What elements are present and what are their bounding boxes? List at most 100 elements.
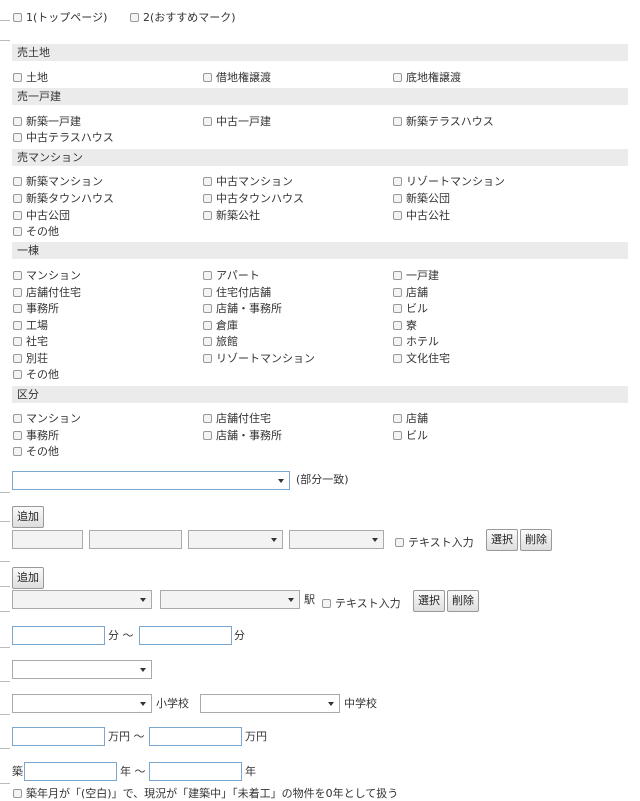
type-checkbox[interactable]: 新築マンション bbox=[13, 173, 103, 189]
condition-select[interactable] bbox=[12, 660, 152, 679]
add-area-button[interactable]: 追加 bbox=[12, 506, 44, 528]
walk-min-from-field[interactable] bbox=[12, 626, 105, 645]
type-checkbox[interactable]: 店舗付住宅 bbox=[13, 284, 81, 300]
type-checkbox[interactable]: 中古テラスハウス bbox=[13, 129, 114, 145]
checkbox-box[interactable] bbox=[393, 72, 402, 82]
type-checkbox[interactable]: その他 bbox=[13, 223, 59, 239]
checkbox-box[interactable] bbox=[13, 303, 22, 313]
station-select[interactable] bbox=[160, 590, 300, 609]
checkbox-box[interactable] bbox=[203, 116, 212, 126]
type-checkbox[interactable]: 借地権譲渡 bbox=[203, 69, 271, 85]
line-select[interactable] bbox=[12, 590, 152, 609]
checkbox-box[interactable] bbox=[13, 430, 22, 440]
checkbox-box[interactable] bbox=[203, 176, 212, 186]
station-select-button[interactable]: 選択 bbox=[413, 590, 445, 612]
type-checkbox[interactable]: 店舗・事務所 bbox=[203, 427, 282, 443]
checkbox-box[interactable] bbox=[203, 430, 212, 440]
price-from-field[interactable] bbox=[12, 727, 105, 746]
type-checkbox[interactable]: その他 bbox=[13, 366, 59, 382]
checkbox-box[interactable] bbox=[203, 72, 212, 82]
checkbox-box[interactable] bbox=[13, 287, 22, 297]
type-checkbox[interactable]: 工場 bbox=[13, 317, 48, 333]
checkbox-box[interactable] bbox=[13, 446, 22, 456]
area-select-button[interactable]: 選択 bbox=[486, 529, 518, 551]
type-checkbox[interactable]: 中古マンション bbox=[203, 173, 293, 189]
area-select-2[interactable] bbox=[289, 530, 384, 549]
type-checkbox[interactable]: 別荘 bbox=[13, 350, 48, 366]
under-construction-zero-checkbox[interactable]: 築年月が「(空白)」で、現況が「建築中」「未着工」の物件を0年として扱う bbox=[13, 785, 398, 801]
type-checkbox[interactable]: 中古公社 bbox=[393, 207, 450, 223]
station-text-input-checkbox[interactable]: テキスト入力 bbox=[322, 595, 401, 611]
checkbox-box[interactable] bbox=[393, 353, 402, 363]
checkbox-box[interactable] bbox=[13, 193, 22, 203]
checkbox-box[interactable] bbox=[203, 336, 212, 346]
type-checkbox[interactable]: ビル bbox=[393, 300, 428, 316]
checkbox-box[interactable] bbox=[393, 336, 402, 346]
type-checkbox[interactable]: 社宅 bbox=[13, 333, 48, 349]
type-checkbox[interactable]: ビル bbox=[393, 427, 428, 443]
checkbox-box[interactable] bbox=[395, 537, 404, 547]
checkbox-box[interactable] bbox=[203, 193, 212, 203]
checkbox-box[interactable] bbox=[13, 320, 22, 330]
type-checkbox[interactable]: 新築タウンハウス bbox=[13, 190, 114, 206]
checkbox-box[interactable] bbox=[13, 132, 22, 142]
junior-high-select[interactable] bbox=[200, 694, 340, 713]
type-checkbox[interactable]: マンション bbox=[13, 267, 81, 283]
station-delete-button[interactable]: 削除 bbox=[447, 590, 479, 612]
price-to-field[interactable] bbox=[149, 727, 242, 746]
type-checkbox[interactable]: 旅館 bbox=[203, 333, 238, 349]
type-checkbox[interactable]: 中古公団 bbox=[13, 207, 70, 223]
type-checkbox[interactable]: 文化住宅 bbox=[393, 350, 450, 366]
type-checkbox[interactable]: 新築公団 bbox=[393, 190, 450, 206]
checkbox-box[interactable] bbox=[13, 12, 22, 22]
type-checkbox[interactable]: 中古タウンハウス bbox=[203, 190, 304, 206]
checkbox-box[interactable] bbox=[393, 176, 402, 186]
checkbox-box[interactable] bbox=[393, 413, 402, 423]
checkbox-box[interactable] bbox=[203, 303, 212, 313]
type-checkbox[interactable]: リゾートマンション bbox=[393, 173, 505, 189]
checkbox-box[interactable] bbox=[13, 72, 22, 82]
elementary-school-select[interactable] bbox=[12, 694, 152, 713]
type-checkbox[interactable]: 店舗 bbox=[393, 410, 428, 426]
area-select-1[interactable] bbox=[188, 530, 283, 549]
checkbox-box[interactable] bbox=[393, 320, 402, 330]
checkbox-box[interactable] bbox=[393, 210, 402, 220]
checkbox-box[interactable] bbox=[13, 176, 22, 186]
top-page-checkbox[interactable]: 1(トップページ) bbox=[13, 9, 107, 25]
type-checkbox[interactable]: 新築テラスハウス bbox=[393, 113, 494, 129]
checkbox-box[interactable] bbox=[13, 413, 22, 423]
checkbox-box[interactable] bbox=[203, 413, 212, 423]
checkbox-box[interactable] bbox=[203, 320, 212, 330]
type-checkbox[interactable]: 店舗付住宅 bbox=[203, 410, 271, 426]
checkbox-box[interactable] bbox=[13, 116, 22, 126]
age-to-field[interactable] bbox=[149, 762, 242, 781]
checkbox-box[interactable] bbox=[203, 353, 212, 363]
checkbox-box[interactable] bbox=[393, 287, 402, 297]
checkbox-box[interactable] bbox=[13, 226, 22, 236]
area-text-input-checkbox[interactable]: テキスト入力 bbox=[395, 534, 474, 550]
area-delete-button[interactable]: 削除 bbox=[520, 529, 552, 551]
type-checkbox[interactable]: 新築一戸建 bbox=[13, 113, 81, 129]
checkbox-box[interactable] bbox=[393, 193, 402, 203]
type-checkbox[interactable]: 店舗 bbox=[393, 284, 428, 300]
checkbox-box[interactable] bbox=[393, 303, 402, 313]
recommend-mark-checkbox[interactable]: 2(おすすめマーク) bbox=[130, 9, 236, 25]
checkbox-box[interactable] bbox=[203, 270, 212, 280]
checkbox-box[interactable] bbox=[203, 287, 212, 297]
checkbox-box[interactable] bbox=[322, 598, 331, 608]
type-checkbox[interactable]: リゾートマンション bbox=[203, 350, 315, 366]
type-checkbox[interactable]: 事務所 bbox=[13, 300, 59, 316]
checkbox-box[interactable] bbox=[13, 788, 22, 798]
type-checkbox[interactable]: ホテル bbox=[393, 333, 439, 349]
age-from-field[interactable] bbox=[24, 762, 117, 781]
type-checkbox[interactable]: 一戸建 bbox=[393, 267, 439, 283]
type-checkbox[interactable]: 寮 bbox=[393, 317, 417, 333]
checkbox-box[interactable] bbox=[13, 369, 22, 379]
checkbox-box[interactable] bbox=[203, 210, 212, 220]
checkbox-box[interactable] bbox=[13, 210, 22, 220]
checkbox-box[interactable] bbox=[130, 12, 139, 22]
walk-min-to-field[interactable] bbox=[139, 626, 232, 645]
checkbox-box[interactable] bbox=[13, 336, 22, 346]
type-checkbox[interactable]: 事務所 bbox=[13, 427, 59, 443]
checkbox-box[interactable] bbox=[393, 270, 402, 280]
